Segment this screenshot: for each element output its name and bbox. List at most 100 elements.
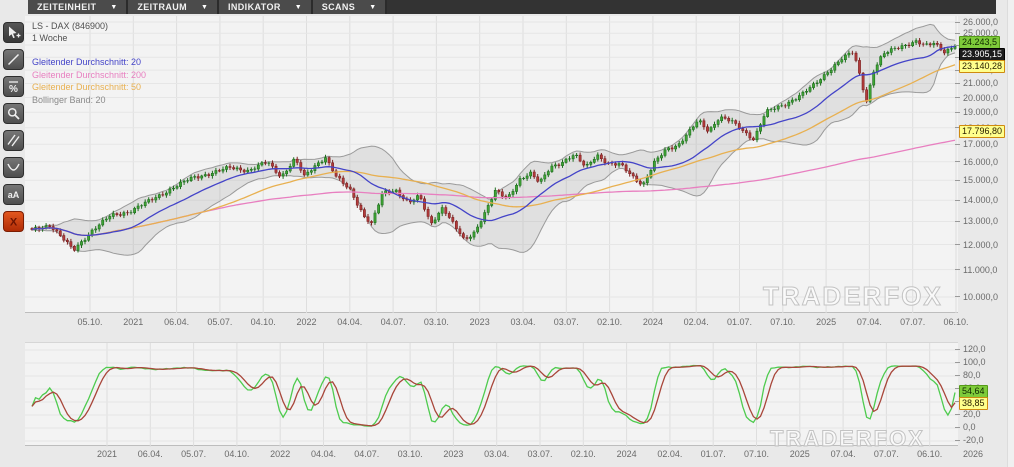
x-axis-label: 2023 xyxy=(458,317,502,327)
right-edge-strip xyxy=(1007,0,1014,467)
x-axis-label: 04.10. xyxy=(241,317,285,327)
parallel-lines-icon xyxy=(6,133,21,148)
x-axis-label: 06.04. xyxy=(155,317,199,327)
curve-icon xyxy=(6,160,21,175)
menu-zeitraum-label: ZEITRAUM xyxy=(137,2,187,12)
x-axis-label: 01.07. xyxy=(718,317,762,327)
y-axis-tick xyxy=(955,22,960,23)
x-axis-label: 2021 xyxy=(111,317,155,327)
y-axis-label: 19.000,0 xyxy=(963,107,998,117)
x-axis-label: 05.07. xyxy=(198,317,242,327)
delete-x-icon: X xyxy=(6,214,21,229)
trendline-icon xyxy=(6,52,21,67)
y-axis-tick xyxy=(955,414,960,415)
y-axis-tick xyxy=(955,375,960,376)
x-axis-label: 2021 xyxy=(85,449,129,459)
tool-text-button[interactable]: aA xyxy=(3,184,24,205)
chevron-down-icon: ▼ xyxy=(110,4,117,11)
svg-text:aA: aA xyxy=(8,190,20,200)
x-axis-label: 06.10. xyxy=(908,449,952,459)
y-axis-label: 10.000,0 xyxy=(963,292,998,302)
tool-trendline-button[interactable] xyxy=(3,49,24,70)
svg-text:%: % xyxy=(9,84,18,94)
price-badge: 17.796,80 xyxy=(959,125,1005,138)
y-axis-tick xyxy=(955,180,960,181)
svg-text:X: X xyxy=(10,217,18,229)
menu-zeiteinheit[interactable]: ZEITEINHEIT ▼ xyxy=(28,0,128,14)
x-axis-label: 2024 xyxy=(631,317,675,327)
x-axis-label: 2023 xyxy=(431,449,475,459)
candlestick-chart xyxy=(25,16,958,313)
x-axis-label: 04.04. xyxy=(328,317,372,327)
x-axis-label: 07.04. xyxy=(821,449,865,459)
tool-curve-button[interactable] xyxy=(3,157,24,178)
x-axis-label: 02.10. xyxy=(561,449,605,459)
tool-zoom-button[interactable] xyxy=(3,103,24,124)
x-axis-label: 05.10. xyxy=(68,317,112,327)
x-axis-label: 2025 xyxy=(778,449,822,459)
x-axis-label: 03.10. xyxy=(388,449,432,459)
pointer-plus-icon xyxy=(6,25,21,40)
menu-zeitraum[interactable]: ZEITRAUM ▼ xyxy=(128,0,219,14)
x-axis-label: 2024 xyxy=(605,449,649,459)
y-axis-label: 13.000,0 xyxy=(963,216,998,226)
tool-delete-button[interactable]: X xyxy=(3,211,24,232)
oscillator-panel[interactable] xyxy=(25,342,958,446)
tool-pointer-button[interactable] xyxy=(3,22,24,43)
y-axis-label: 26.000,0 xyxy=(963,17,998,27)
y-axis-tick xyxy=(955,221,960,222)
x-axis-label: 2022 xyxy=(285,317,329,327)
price-badge: 23.140,28 xyxy=(959,60,1005,73)
magnifier-icon xyxy=(6,106,21,121)
y-axis-tick xyxy=(955,112,960,113)
y-axis-tick xyxy=(955,296,960,297)
y-axis-tick xyxy=(955,83,960,84)
tool-percent-button[interactable]: % xyxy=(3,76,24,97)
main-price-chart-panel[interactable]: LS - DAX (846900) 1 Woche Gleitender Dur… xyxy=(25,16,958,313)
percent-measure-icon: % xyxy=(6,79,21,94)
x-axis-label: 03.04. xyxy=(501,317,545,327)
x-axis-label: 05.07. xyxy=(172,449,216,459)
text-annotation-icon: aA xyxy=(6,187,21,202)
menu-indikator[interactable]: INDIKATOR ▼ xyxy=(219,0,313,14)
x-axis-label: 03.07. xyxy=(518,449,562,459)
x-axis-label: 07.10. xyxy=(735,449,779,459)
y-axis-tick xyxy=(955,244,960,245)
x-axis-label: 04.07. xyxy=(345,449,389,459)
menu-indikator-label: INDIKATOR xyxy=(228,2,281,12)
y-axis-label: 15.000,0 xyxy=(963,175,998,185)
y-axis-tick xyxy=(955,269,960,270)
y-axis-label: 80,0 xyxy=(963,370,981,380)
menu-scans[interactable]: SCANS ▼ xyxy=(313,0,387,14)
y-axis-label: 20.000,0 xyxy=(963,93,998,103)
x-axis-label: 2022 xyxy=(258,449,302,459)
y-axis-label: -20,0 xyxy=(963,435,984,445)
y-axis-tick xyxy=(955,144,960,145)
y-axis-tick xyxy=(955,33,960,34)
x-axis-label: 07.04. xyxy=(847,317,891,327)
y-axis-tick xyxy=(955,349,960,350)
x-axis-label: 03.04. xyxy=(475,449,519,459)
menu-scans-label: SCANS xyxy=(322,2,356,12)
y-axis-label: 14.000,0 xyxy=(963,195,998,205)
x-axis-label: 06.10. xyxy=(934,317,978,327)
x-axis-label: 2025 xyxy=(804,317,848,327)
x-axis-label: 2026 xyxy=(951,449,995,459)
y-axis-label: 12.000,0 xyxy=(963,240,998,250)
menu-bar: ZEITEINHEIT ▼ ZEITRAUM ▼ INDIKATOR ▼ SCA… xyxy=(28,0,996,14)
y-axis-tick xyxy=(955,362,960,363)
x-axis-label: 03.07. xyxy=(544,317,588,327)
x-axis-label: 02.10. xyxy=(588,317,632,327)
x-axis-label: 07.07. xyxy=(864,449,908,459)
y-axis-tick xyxy=(955,440,960,441)
x-axis-label: 07.07. xyxy=(891,317,935,327)
x-axis-label: 07.10. xyxy=(761,317,805,327)
x-axis-label: 04.04. xyxy=(302,449,346,459)
y-axis-tick xyxy=(955,97,960,98)
x-axis-label: 03.10. xyxy=(414,317,458,327)
y-axis-label: 17.000,0 xyxy=(963,139,998,149)
chevron-down-icon: ▼ xyxy=(295,4,302,11)
tool-parallel-lines-button[interactable] xyxy=(3,130,24,151)
y-axis-tick xyxy=(955,161,960,162)
x-axis-label: 01.07. xyxy=(691,449,735,459)
